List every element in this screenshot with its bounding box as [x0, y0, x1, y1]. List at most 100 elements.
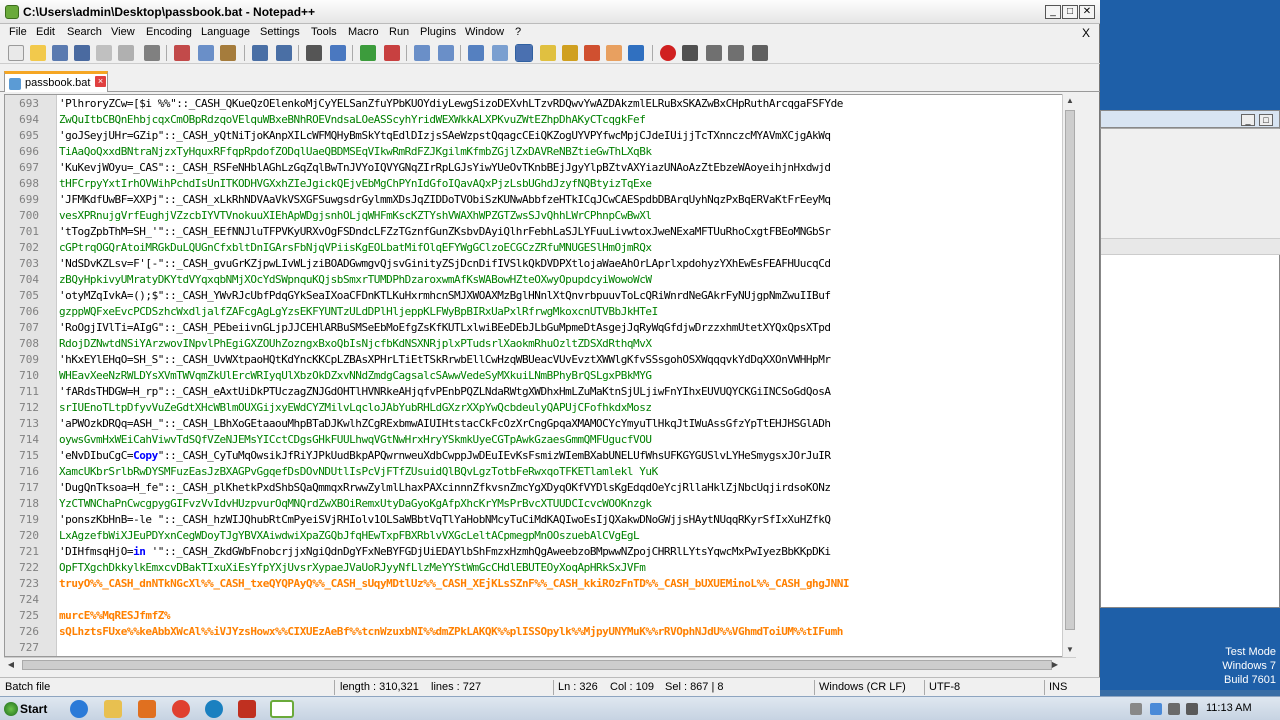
- code-text: TiAaQoQxxdBNtraNjzxTyHquxRFfqpRpdofZODql…: [59, 145, 652, 158]
- stop-macro-icon[interactable]: [682, 45, 698, 61]
- code-line: truyO%%_CASH_dnNTkNGcXl%%_CASH_txeQYQPAy…: [59, 577, 850, 590]
- window-title: C:\Users\admin\Desktop\passbook.bat - No…: [23, 5, 316, 19]
- horizontal-scroll-thumb[interactable]: [22, 660, 1052, 670]
- monitoring-icon[interactable]: [628, 45, 644, 61]
- clock[interactable]: 11:13 AM: [1206, 702, 1252, 714]
- maximize-button[interactable]: □: [1062, 5, 1078, 19]
- menu-macro[interactable]: Macro: [348, 26, 379, 38]
- status-encoding[interactable]: UTF-8: [929, 681, 960, 693]
- tab-passbook-bat[interactable]: passbook.bat ×: [4, 71, 108, 92]
- menu-file[interactable]: File: [9, 26, 27, 38]
- function-list-icon[interactable]: [584, 45, 600, 61]
- scroll-up-icon[interactable]: ▲: [1063, 94, 1077, 108]
- zoom-out-icon[interactable]: [384, 45, 400, 61]
- line-number: 712: [19, 401, 39, 414]
- play-multiple-macro-icon[interactable]: [728, 45, 744, 61]
- tray-network-icon[interactable]: [1168, 703, 1180, 715]
- tray-flag-icon[interactable]: [1150, 703, 1162, 715]
- doc-map-icon[interactable]: [562, 45, 578, 61]
- minimize-button[interactable]: _: [1045, 5, 1061, 19]
- menu-help[interactable]: ?: [515, 26, 521, 38]
- indent-guide-icon[interactable]: [515, 44, 533, 62]
- close-button[interactable]: ✕: [1079, 5, 1095, 19]
- menu-search[interactable]: Search: [67, 26, 102, 38]
- code-line: srIUEnoTLtpDfyvVuZeGdtXHcWBlmOUXGijxyEWd…: [59, 401, 652, 414]
- taskbar: Start 11:13 AM: [0, 696, 1280, 720]
- background-window-min-button[interactable]: _: [1241, 114, 1255, 126]
- scroll-left-icon[interactable]: ◀: [4, 658, 18, 672]
- status-insert-mode[interactable]: INS: [1049, 681, 1067, 693]
- sync-vertical-icon[interactable]: [414, 45, 430, 61]
- vertical-scroll-thumb[interactable]: [1065, 110, 1075, 630]
- sync-horizontal-icon[interactable]: [438, 45, 454, 61]
- zoom-in-icon[interactable]: [360, 45, 376, 61]
- print-icon[interactable]: [144, 45, 160, 61]
- line-number: 722: [19, 561, 39, 574]
- play-macro-icon[interactable]: [706, 45, 722, 61]
- winrar-icon[interactable]: [238, 700, 256, 718]
- cut-icon[interactable]: [174, 45, 190, 61]
- menu-window[interactable]: Window: [465, 26, 504, 38]
- code-text: gzppWQFxeEvcPCDSzhcWxdljalfZAFcgAgLgYzsE…: [59, 305, 658, 318]
- save-all-icon[interactable]: [74, 45, 90, 61]
- code-text: 'hKxEYlEHqO=SH_S"::_CASH_UvWXtpaoHQtKdYn…: [59, 353, 831, 366]
- menu-settings[interactable]: Settings: [260, 26, 300, 38]
- menu-edit[interactable]: Edit: [36, 26, 55, 38]
- menu-tools[interactable]: Tools: [311, 26, 337, 38]
- title-bar[interactable]: C:\Users\admin\Desktop\passbook.bat - No…: [0, 0, 1100, 24]
- scroll-down-icon[interactable]: ▼: [1063, 643, 1077, 657]
- file-explorer-icon[interactable]: [104, 700, 122, 718]
- code-line: cGPtrqOGQrAtoiMRGkDuLQUGnCfxbltDnIGArsFb…: [59, 241, 652, 254]
- redo-icon[interactable]: [276, 45, 292, 61]
- code-text: 'goJSeyjUHr=GZip"::_CASH_yQtNiTjoKAnpXIL…: [59, 129, 831, 142]
- menu-view[interactable]: View: [111, 26, 135, 38]
- status-lines: lines : 727: [431, 681, 482, 693]
- tab-close-icon[interactable]: ×: [95, 76, 106, 87]
- menu-encoding[interactable]: Encoding: [146, 26, 192, 38]
- toolbar-separator: [244, 45, 245, 61]
- code-keyword: in: [133, 545, 146, 558]
- watermark-line1: Test Mode: [1225, 646, 1276, 658]
- tray-volume-icon[interactable]: [1186, 703, 1198, 715]
- find-icon[interactable]: [306, 45, 322, 61]
- show-all-chars-icon[interactable]: [492, 45, 508, 61]
- tray-show-hidden-icon[interactable]: [1130, 703, 1142, 715]
- paste-icon[interactable]: [220, 45, 236, 61]
- background-window-panel: [1101, 129, 1280, 239]
- media-player-icon[interactable]: [138, 700, 156, 718]
- close-all-icon[interactable]: [118, 45, 134, 61]
- save-icon[interactable]: [52, 45, 68, 61]
- code-text: LxAgzefbWiXJEuPDYxnCegWDoyTJgYBVXAiwdwiX…: [59, 529, 640, 542]
- save-macro-icon[interactable]: [752, 45, 768, 61]
- notepadpp-app-icon[interactable]: [5, 5, 19, 19]
- code-line: 'ponszKbHnB=-le "::_CASH_hzWIJQhubRtCmPy…: [59, 513, 831, 526]
- start-button[interactable]: Start: [2, 699, 54, 719]
- vertical-scrollbar[interactable]: ▲ ▼: [1062, 94, 1076, 657]
- undo-icon[interactable]: [252, 45, 268, 61]
- internet-explorer-icon[interactable]: [70, 700, 88, 718]
- new-file-icon[interactable]: [8, 45, 24, 61]
- line-number: 724: [19, 593, 39, 606]
- copy-icon[interactable]: [198, 45, 214, 61]
- folder-workspace-icon[interactable]: [606, 45, 622, 61]
- editor-area[interactable]: 693 694 695 696 697 698 699 700 701 702 703 704 705 7…: [4, 94, 1076, 657]
- replace-icon[interactable]: [330, 45, 346, 61]
- menu-language[interactable]: Language: [201, 26, 250, 38]
- edge-icon[interactable]: [205, 700, 223, 718]
- chrome-icon[interactable]: [172, 700, 190, 718]
- code-text: "::_CASH_CyTuMqOwsikJfRiYJPkUudBkpAPQwrn…: [157, 449, 831, 462]
- close-document-x[interactable]: X: [1082, 26, 1090, 40]
- background-window-max-button[interactable]: □: [1259, 114, 1273, 126]
- close-file-icon[interactable]: [96, 45, 112, 61]
- word-wrap-icon[interactable]: [468, 45, 484, 61]
- code-view[interactable]: 'PlhroryZCw=[$i %%"::_CASH_QKueQzOElenko…: [57, 95, 1075, 656]
- status-eol[interactable]: Windows (CR LF): [819, 681, 906, 693]
- menu-plugins[interactable]: Plugins: [420, 26, 456, 38]
- user-lang-icon[interactable]: [540, 45, 556, 61]
- record-macro-icon[interactable]: [660, 45, 676, 61]
- horizontal-scrollbar[interactable]: ◀ ▶: [4, 657, 1076, 671]
- notepadpp-taskbar-icon[interactable]: [270, 700, 294, 718]
- open-file-icon[interactable]: [30, 45, 46, 61]
- scroll-right-icon[interactable]: ▶: [1048, 658, 1062, 672]
- menu-run[interactable]: Run: [389, 26, 409, 38]
